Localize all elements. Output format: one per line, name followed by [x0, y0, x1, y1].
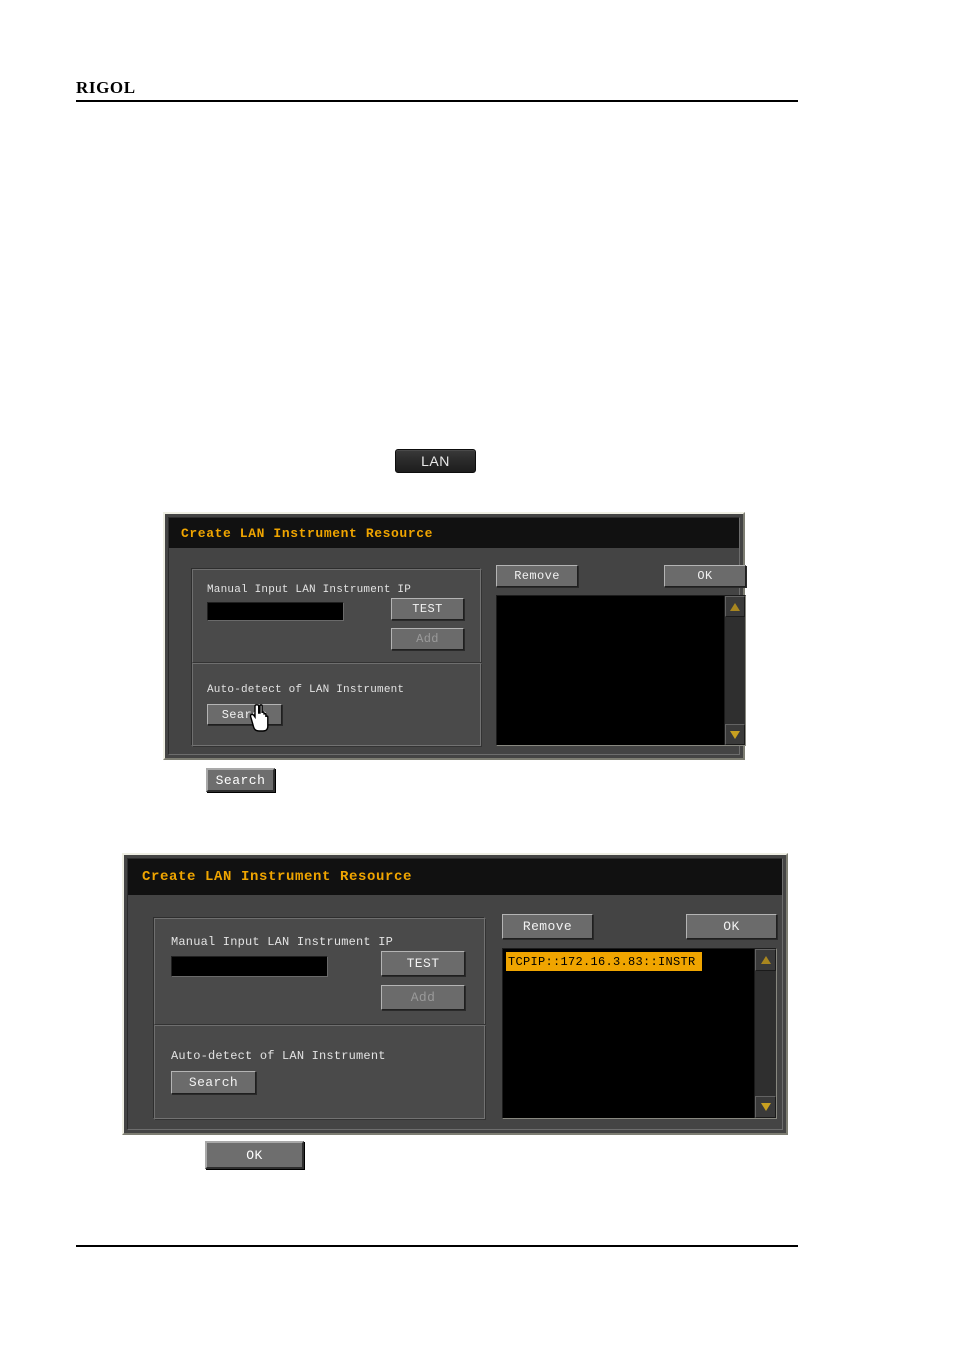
dialog-2-scroll-up-button[interactable] — [755, 949, 776, 971]
search-button-callout-label: Search — [215, 772, 266, 788]
dialog-2-ip-input[interactable] — [171, 956, 328, 977]
brand-logo: RIGOL — [76, 78, 136, 97]
dialog-2-ok-button[interactable]: OK — [686, 914, 777, 939]
dialog-2-search-button[interactable]: Search — [171, 1071, 256, 1094]
dialog-1-titlebar: Create LAN Instrument Resource — [169, 518, 739, 548]
dialog-2-test-button[interactable]: TEST — [381, 951, 465, 976]
lan-key-button[interactable]: LAN — [395, 449, 476, 473]
ok-button-callout-label: OK — [246, 1147, 263, 1163]
dialog-1-manual-subgroup: Manual Input LAN Instrument IP TEST Add — [192, 569, 482, 663]
page-header: RIGOL — [76, 78, 798, 98]
dialog-1-body: Manual Input LAN Instrument IP TEST Add … — [169, 548, 746, 754]
dialog-2-auto-subgroup: Auto-detect of LAN Instrument Search — [154, 1025, 486, 1120]
dialog-1-scroll-up-button[interactable] — [725, 596, 745, 617]
dialog-2-scroll-down-button[interactable] — [755, 1096, 776, 1118]
dialog-2-instrument-list[interactable]: TCPIP::172.16.3.83::INSTR — [502, 948, 777, 1119]
search-button-callout[interactable]: Search — [206, 768, 275, 792]
dialog-2-titlebar: Create LAN Instrument Resource — [128, 859, 782, 895]
dialog-1-add-button[interactable]: Add — [391, 628, 464, 650]
footer-divider — [76, 1245, 798, 1247]
dialog-1-test-button[interactable]: TEST — [391, 598, 464, 620]
dialog-2-manual-label: Manual Input LAN Instrument IP — [171, 935, 394, 949]
dialog-1-auto-subgroup: Auto-detect of LAN Instrument Search — [192, 663, 482, 747]
triangle-up-icon — [760, 956, 771, 964]
dialog-2-title: Create LAN Instrument Resource — [142, 869, 413, 885]
dialog-1-scroll-down-button[interactable] — [725, 724, 745, 745]
list-item[interactable]: TCPIP::172.16.3.83::INSTR — [506, 952, 702, 971]
dialog-2-manual-subgroup: Manual Input LAN Instrument IP TEST Add — [154, 918, 486, 1025]
triangle-up-icon — [730, 602, 740, 611]
dialog-2-body: Manual Input LAN Instrument IP TEST Add … — [128, 895, 782, 1129]
dialog-1-left-group: Manual Input LAN Instrument IP TEST Add … — [191, 568, 482, 747]
dialog-1-inner: Create LAN Instrument Resource Manual In… — [168, 517, 746, 755]
dialog-2-auto-label: Auto-detect of LAN Instrument — [171, 1049, 386, 1063]
create-lan-instrument-resource-dialog-2: Create LAN Instrument Resource Manual In… — [122, 853, 788, 1135]
dialog-1-auto-label: Auto-detect of LAN Instrument — [207, 684, 405, 696]
dialog-1-remove-button[interactable]: Remove — [496, 565, 578, 587]
dialog-2-add-button[interactable]: Add — [381, 985, 465, 1010]
dialog-1-search-button[interactable]: Search — [207, 704, 282, 725]
dialog-1-ok-button[interactable]: OK — [664, 565, 746, 587]
dialog-2-left-group: Manual Input LAN Instrument IP TEST Add … — [153, 917, 486, 1120]
triangle-down-icon — [760, 1103, 771, 1111]
dialog-2-inner: Create LAN Instrument Resource Manual In… — [127, 858, 783, 1130]
dialog-1-scrollbar[interactable] — [724, 596, 745, 745]
dialog-1-ip-input[interactable] — [207, 602, 344, 621]
dialog-2-scrollbar[interactable] — [754, 949, 776, 1118]
dialog-1-instrument-list[interactable] — [496, 595, 746, 746]
create-lan-instrument-resource-dialog-1: Create LAN Instrument Resource Manual In… — [163, 512, 746, 760]
dialog-1-title: Create LAN Instrument Resource — [181, 525, 434, 541]
ok-button-callout[interactable]: OK — [205, 1141, 304, 1169]
dialog-2-remove-button[interactable]: Remove — [502, 914, 593, 939]
dialog-1-manual-label: Manual Input LAN Instrument IP — [207, 584, 412, 596]
header-divider — [76, 100, 798, 102]
triangle-down-icon — [730, 730, 740, 739]
lan-key-label: LAN — [421, 453, 450, 469]
